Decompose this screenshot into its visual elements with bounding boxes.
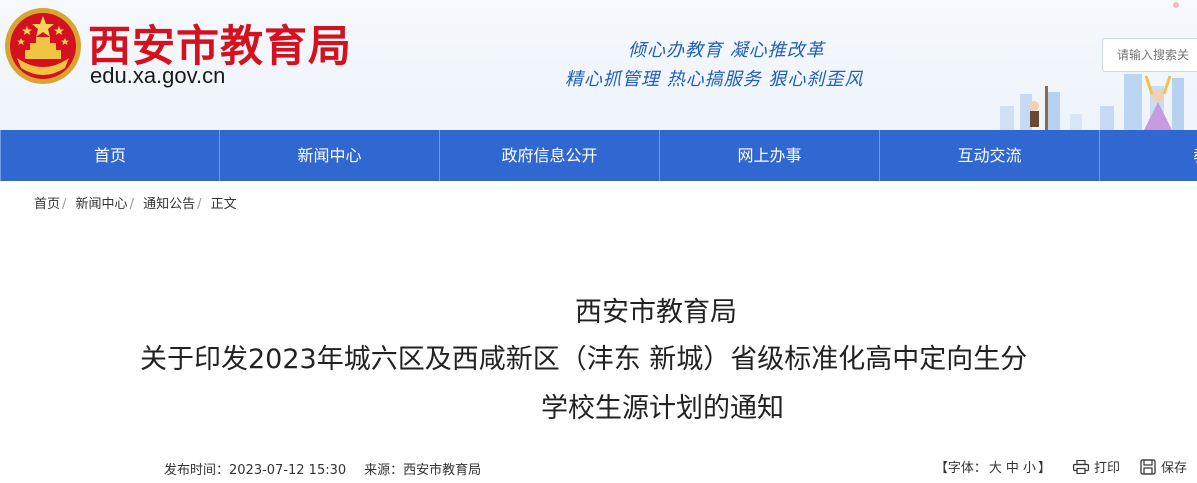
article-title-line-2: 关于印发2023年城六区及西咸新区（沣东 新城）省级标准化高中定向生分 bbox=[140, 344, 1028, 375]
printer-icon bbox=[1072, 459, 1089, 474]
site-header: 西安市教育局 edu.xa.gov.cn 倾心办教育 凝心推改革 精心抓管理 热… bbox=[0, 0, 1197, 130]
nav-item-education[interactable]: 教育 bbox=[1100, 130, 1197, 181]
article-source: 来源：西安市教育局 bbox=[364, 463, 482, 478]
breadcrumb-news[interactable]: 新闻中心 bbox=[76, 197, 128, 212]
article-title-line-1: 西安市教育局 bbox=[575, 297, 737, 328]
font-size-prefix: 【字体： bbox=[934, 461, 987, 476]
article-meta: 发布时间：2023-07-12 15:30 来源：西安市教育局 bbox=[164, 459, 481, 478]
slogan-line-1: 倾心办教育 凝心推改革 bbox=[628, 40, 825, 61]
article-tools: 【字体：大中小】 打印 保存 bbox=[935, 457, 1187, 476]
nav-item-interaction[interactable]: 互动交流 bbox=[880, 130, 1100, 181]
slogan-line-2: 精心抓管理 热心搞服务 狠心刹歪风 bbox=[565, 69, 864, 90]
skyline-illustration bbox=[1000, 74, 1184, 130]
page: 西安市教育局 edu.xa.gov.cn 倾心办教育 凝心推改革 精心抓管理 热… bbox=[0, 0, 1197, 483]
font-size-medium[interactable]: 中 bbox=[1006, 461, 1019, 476]
nav-item-home[interactable]: 首页 bbox=[0, 130, 220, 181]
breadcrumb-current: 正文 bbox=[210, 197, 237, 212]
nav-item-news[interactable]: 新闻中心 bbox=[220, 130, 440, 181]
search-input[interactable] bbox=[1102, 38, 1197, 72]
site-domain: edu.xa.gov.cn bbox=[90, 63, 226, 88]
print-label: 打印 bbox=[1093, 461, 1120, 476]
font-size-large[interactable]: 大 bbox=[989, 461, 1002, 476]
decorative-dot bbox=[1173, 2, 1179, 8]
font-size-suffix: 】 bbox=[1037, 461, 1051, 476]
breadcrumb-home[interactable]: 首页 bbox=[34, 197, 60, 212]
main-nav: 首页 新闻中心 政府信息公开 网上办事 互动交流 教育 bbox=[0, 130, 1197, 181]
save-icon bbox=[1140, 458, 1156, 475]
font-size-small[interactable]: 小 bbox=[1023, 461, 1036, 476]
nav-item-gov-info[interactable]: 政府信息公开 bbox=[440, 130, 660, 181]
nav-item-online-service[interactable]: 网上办事 bbox=[660, 130, 880, 181]
breadcrumb-separator: / bbox=[197, 197, 202, 212]
breadcrumb-separator: / bbox=[62, 197, 67, 212]
article-title-line-3: 学校生源计划的通知 bbox=[541, 393, 784, 424]
national-emblem-icon[interactable] bbox=[3, 6, 83, 86]
print-button[interactable]: 打印 bbox=[1072, 457, 1120, 476]
font-size-control: 【字体：大中小】 bbox=[935, 457, 1051, 476]
breadcrumb-separator: / bbox=[129, 197, 134, 212]
save-label: 保存 bbox=[1160, 461, 1187, 476]
save-button[interactable]: 保存 bbox=[1140, 457, 1187, 476]
breadcrumb: 首页 / 新闻中心 / 通知公告 / 正文 bbox=[34, 193, 237, 212]
publish-time: 发布时间：2023-07-12 15:30 bbox=[164, 463, 347, 478]
breadcrumb-notices[interactable]: 通知公告 bbox=[143, 197, 195, 212]
